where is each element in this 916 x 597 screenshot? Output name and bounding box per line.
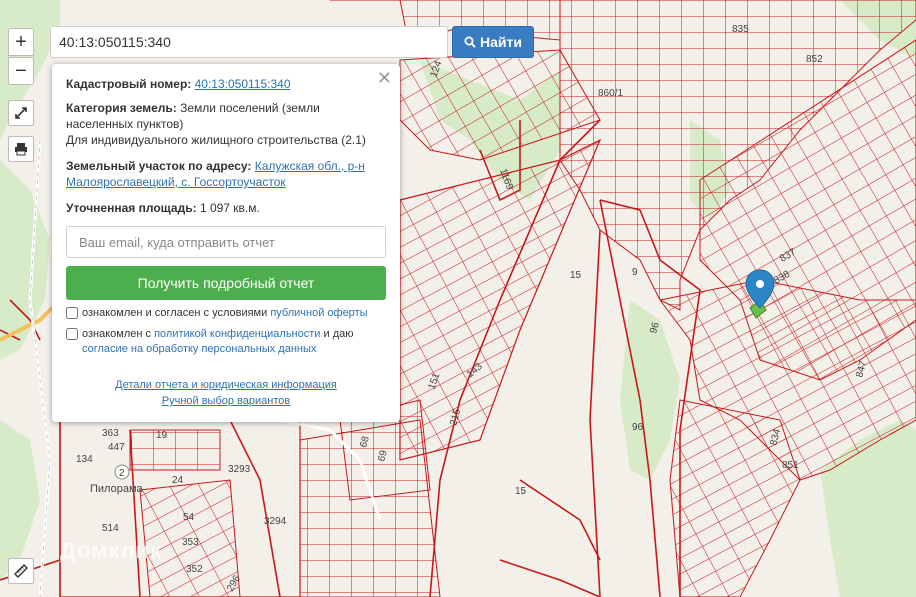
cadastral-number-link[interactable]: 40:13:050115:340 [195, 77, 291, 91]
offer-agreement: ознакомлен и согласен с условиями публич… [66, 306, 386, 321]
offer-label: ознакомлен и согласен с условиями [82, 307, 268, 319]
watermark-logo: Домклик [60, 538, 163, 563]
privacy-checkbox[interactable] [66, 328, 78, 340]
map-label-15a: 15 [570, 270, 582, 281]
area-label: Уточненная площадь: [66, 201, 197, 215]
fullscreen-icon [15, 107, 27, 119]
search-icon [464, 36, 476, 48]
map-label-15b: 15 [515, 486, 527, 497]
map-label-860: 860/1 [598, 88, 623, 99]
map-label-352: 352 [186, 564, 203, 575]
search-input[interactable] [50, 26, 448, 58]
zoom-out-button[interactable]: − [8, 57, 34, 85]
offer-text: ознакомлен и согласен с условиями публич… [82, 306, 368, 321]
category-label: Категория земель: [66, 101, 177, 115]
map-label-3294: 3294 [264, 516, 287, 527]
area-value: 1 097 кв.м. [199, 201, 260, 215]
email-field[interactable] [66, 226, 386, 258]
offer-checkbox[interactable] [66, 307, 78, 319]
personal-data-consent-link[interactable]: согласие на обработку персональных данны… [82, 343, 316, 355]
search-button[interactable]: Найти [452, 26, 534, 58]
map-label-134: 134 [76, 454, 93, 465]
privacy-text: ознакомлен с политикой конфиденциальност… [82, 327, 386, 357]
usage-value: Для индивидуального жилищного строительс… [66, 133, 366, 147]
print-icon [15, 143, 27, 156]
parcel-info-popup: ✕ Кадастровый номер: 40:13:050115:340 Ка… [52, 64, 400, 422]
map-label-3293: 3293 [228, 464, 251, 475]
map-label-852: 852 [806, 54, 823, 65]
map-label-514: 514 [102, 523, 119, 534]
map-label-353: 353 [182, 537, 199, 548]
address-label: Земельный участок по адресу: [66, 159, 252, 173]
map-label-9: 9 [632, 267, 638, 278]
search-button-label: Найти [480, 34, 522, 50]
ruler-button[interactable] [8, 558, 34, 584]
map-label-19: 19 [156, 430, 168, 441]
privacy-label: ознакомлен с [82, 328, 152, 340]
map-label-851: 851 [782, 460, 799, 471]
map-label-54: 54 [183, 512, 195, 523]
zoom-in-button[interactable]: + [8, 28, 34, 56]
privacy-mid-label: и даю [323, 328, 354, 340]
public-offer-link[interactable]: публичной оферты [270, 307, 367, 319]
manual-selection-link[interactable]: Ручной выбор вариантов [162, 395, 290, 407]
map-label-835: 835 [732, 24, 749, 35]
ruler-icon [14, 564, 28, 578]
fullscreen-button[interactable] [8, 100, 34, 126]
map-label-363: 363 [102, 428, 119, 439]
map-label-2: 2 [119, 468, 125, 479]
report-details-link[interactable]: Детали отчета и юридическая информация [115, 379, 337, 391]
close-icon[interactable]: ✕ [377, 68, 392, 89]
print-button[interactable] [8, 136, 34, 162]
map-label-pilorama: Пилорама [90, 483, 144, 495]
map-label-96b: 96 [632, 422, 644, 433]
get-report-button[interactable]: Получить подробный отчет [66, 266, 386, 300]
map-label-24: 24 [172, 475, 184, 486]
cadastral-label: Кадастровый номер: [66, 77, 192, 91]
map-label-447: 447 [108, 442, 125, 453]
privacy-agreement: ознакомлен с политикой конфиденциальност… [66, 327, 386, 357]
privacy-policy-link[interactable]: политикой конфиденциальности [154, 328, 320, 340]
